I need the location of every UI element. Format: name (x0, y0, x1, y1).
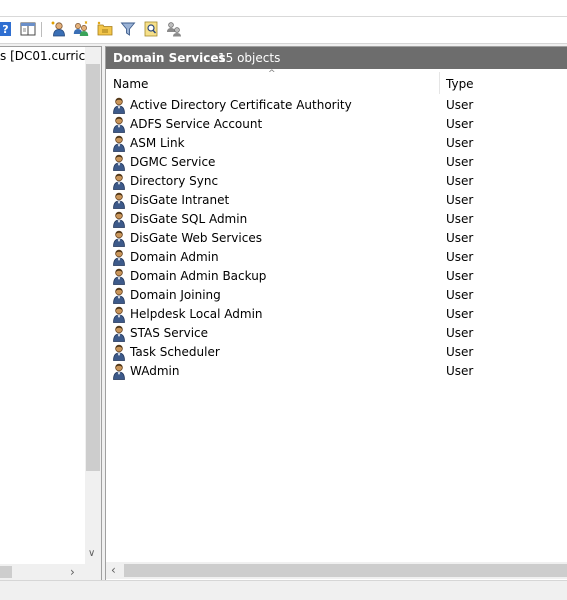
new-group-icon[interactable] (73, 21, 89, 37)
show-action-pane-icon[interactable] (20, 21, 36, 37)
list-item[interactable]: Domain Joining User (106, 286, 567, 305)
user-icon (112, 173, 128, 190)
object-name: ASM Link (130, 136, 185, 150)
column-header-name[interactable]: Name (113, 77, 148, 91)
column-header-type[interactable]: Type (446, 77, 474, 91)
list-item[interactable]: DGMC Service User (106, 153, 567, 172)
object-name: WAdmin (130, 364, 180, 378)
status-bar (0, 580, 567, 600)
window-top-strip (0, 0, 567, 17)
object-name: Domain Admin (130, 250, 219, 264)
list-item[interactable]: Domain Admin Backup User (106, 267, 567, 286)
object-type: User (446, 307, 474, 321)
find-icon[interactable] (143, 21, 159, 37)
object-type: User (446, 98, 474, 112)
container-title: Domain Services (113, 51, 226, 65)
object-type: User (446, 174, 474, 188)
object-type: User (446, 193, 474, 207)
object-type: User (446, 364, 474, 378)
user-icon (112, 344, 128, 361)
details-title-bar: Domain Services 15 objects (106, 47, 567, 69)
object-type: User (446, 231, 474, 245)
user-icon (112, 97, 128, 114)
object-name: Active Directory Certificate Authority (130, 98, 352, 112)
object-type: User (446, 136, 474, 150)
object-type: User (446, 288, 474, 302)
user-icon (112, 287, 128, 304)
object-name: Task Scheduler (130, 345, 220, 359)
user-icon (112, 116, 128, 133)
object-list: Active Directory Certificate Authority U… (106, 96, 567, 381)
object-type: User (446, 250, 474, 264)
list-item[interactable]: DisGate Web Services User (106, 229, 567, 248)
filter-icon[interactable] (120, 21, 136, 37)
details-pane: Domain Services 15 objects ^ Name Type A… (105, 46, 567, 581)
list-item[interactable]: Task Scheduler User (106, 343, 567, 362)
object-name: DisGate Intranet (130, 193, 230, 207)
object-count: 15 objects (218, 51, 281, 65)
details-horizontal-scroll-thumb[interactable] (124, 564, 567, 577)
toolbar-separator (41, 22, 42, 37)
object-name: DisGate Web Services (130, 231, 262, 245)
user-icon (112, 306, 128, 323)
scroll-right-arrow-icon[interactable]: › (70, 565, 75, 579)
help-icon[interactable]: ? (0, 21, 16, 37)
object-name: DGMC Service (130, 155, 216, 169)
user-icon (112, 325, 128, 342)
object-type: User (446, 212, 474, 226)
list-item[interactable]: Directory Sync User (106, 172, 567, 191)
object-type: User (446, 117, 474, 131)
list-item[interactable]: Helpdesk Local Admin User (106, 305, 567, 324)
toolbar: ? (0, 17, 567, 44)
object-name: DisGate SQL Admin (130, 212, 248, 226)
column-divider[interactable] (439, 72, 440, 94)
object-type: User (446, 269, 474, 283)
tree-vertical-scroll-thumb[interactable] (86, 64, 100, 471)
list-item[interactable]: DisGate Intranet User (106, 191, 567, 210)
list-item[interactable]: Active Directory Certificate Authority U… (106, 96, 567, 115)
user-icon (112, 268, 128, 285)
scrollbar-corner (85, 564, 101, 580)
sort-ascending-icon: ^ (268, 69, 276, 79)
tree-horizontal-scroll-thumb[interactable] (0, 566, 12, 578)
user-icon (112, 135, 128, 152)
user-icon (112, 211, 128, 228)
object-name: Helpdesk Local Admin (130, 307, 263, 321)
user-icon (112, 249, 128, 266)
user-icon (112, 363, 128, 380)
new-ou-icon[interactable] (97, 21, 113, 37)
object-name: STAS Service (130, 326, 209, 340)
scroll-left-arrow-icon[interactable]: ‹ (111, 563, 116, 577)
list-item[interactable]: STAS Service User (106, 324, 567, 343)
object-type: User (446, 345, 474, 359)
list-item[interactable]: DisGate SQL Admin User (106, 210, 567, 229)
user-icon (112, 192, 128, 209)
tree-horizontal-scrollbar[interactable]: › (0, 564, 85, 580)
object-name: ADFS Service Account (130, 117, 263, 131)
list-item[interactable]: Domain Admin User (106, 248, 567, 267)
list-item[interactable]: WAdmin User (106, 362, 567, 381)
user-icon (112, 154, 128, 171)
column-header-row: ^ Name Type (106, 69, 567, 94)
scroll-down-arrow-icon[interactable]: ∨ (88, 548, 95, 559)
list-item[interactable]: ADFS Service Account User (106, 115, 567, 134)
object-type: User (446, 326, 474, 340)
object-name: Directory Sync (130, 174, 219, 188)
object-type: User (446, 155, 474, 169)
delegate-control-icon[interactable] (166, 21, 182, 37)
object-name: Domain Admin Backup (130, 269, 267, 283)
user-icon (112, 230, 128, 247)
new-user-icon[interactable] (51, 21, 67, 37)
list-item[interactable]: ASM Link User (106, 134, 567, 153)
details-horizontal-scrollbar[interactable]: ‹ (106, 562, 567, 579)
svg-text:?: ? (2, 23, 8, 36)
object-name: Domain Joining (130, 288, 221, 302)
tree-vertical-scrollbar[interactable]: ∨ (85, 47, 101, 564)
console-tree-pane: s [DC01.curric.di ∨ › (0, 46, 102, 581)
